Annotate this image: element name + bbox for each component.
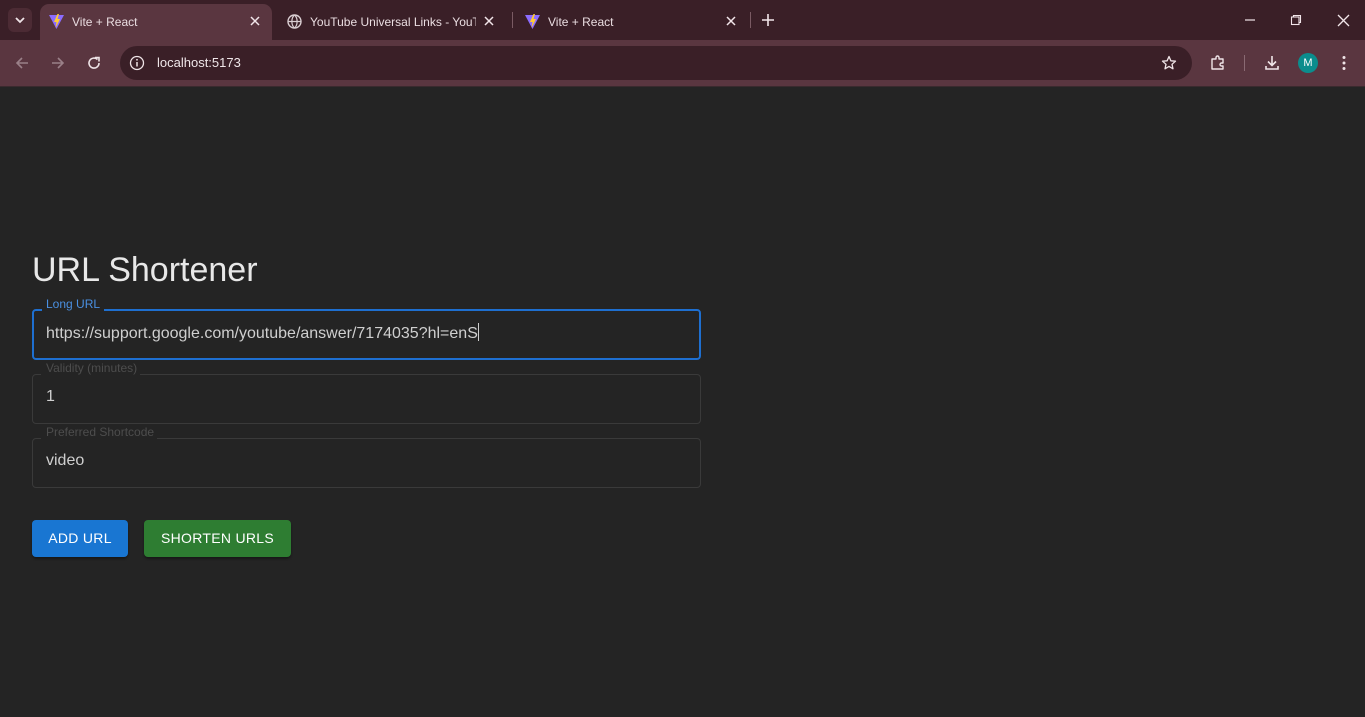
tab-title: YouTube Universal Links - YouTube bbox=[310, 15, 476, 29]
tab-vite-react-2[interactable]: Vite + React bbox=[516, 4, 748, 40]
tab-search-button[interactable] bbox=[8, 8, 32, 32]
close-icon[interactable] bbox=[246, 12, 264, 30]
extensions-button[interactable] bbox=[1206, 51, 1230, 75]
download-icon bbox=[1265, 56, 1279, 70]
validity-label: Validity (minutes) bbox=[46, 361, 138, 375]
restore-icon bbox=[1290, 14, 1302, 26]
menu-button[interactable] bbox=[1332, 51, 1356, 75]
arrow-left-icon bbox=[15, 57, 28, 69]
site-info-icon[interactable] bbox=[128, 54, 146, 72]
minimize-icon bbox=[1245, 19, 1255, 21]
reload-icon bbox=[88, 56, 100, 69]
text-caret bbox=[477, 323, 479, 341]
back-button[interactable] bbox=[10, 51, 34, 75]
globe-icon bbox=[287, 14, 302, 29]
plus-icon bbox=[762, 14, 774, 26]
address-bar[interactable]: localhost:5173 bbox=[120, 46, 1192, 80]
bookmark-star-icon[interactable] bbox=[1160, 54, 1178, 72]
long-url-input[interactable]: https://support.google.com/youtube/answe… bbox=[46, 323, 479, 343]
vite-icon bbox=[49, 14, 64, 29]
long-url-field[interactable]: Long URL Long URL https://support.google… bbox=[32, 297, 701, 360]
field-outline: Validity (minutes) bbox=[32, 368, 701, 424]
profile-avatar[interactable]: M bbox=[1298, 53, 1318, 73]
forward-button[interactable] bbox=[46, 51, 70, 75]
kebab-menu-icon bbox=[1342, 56, 1346, 70]
address-text: localhost:5173 bbox=[157, 55, 241, 70]
tab-title: Vite + React bbox=[72, 15, 138, 29]
shortcode-label: Preferred Shortcode bbox=[46, 425, 155, 439]
tab-youtube-links[interactable]: YouTube Universal Links - YouTube bbox=[278, 4, 506, 40]
downloads-button[interactable] bbox=[1260, 51, 1284, 75]
puzzle-icon bbox=[1211, 55, 1224, 70]
tab-title: Vite + React bbox=[548, 15, 614, 29]
minimize-button[interactable] bbox=[1236, 6, 1264, 34]
long-url-value: https://support.google.com/youtube/answe… bbox=[46, 325, 478, 342]
page-title: URL Shortener bbox=[32, 251, 258, 289]
tab-separator bbox=[512, 12, 513, 28]
vite-icon bbox=[525, 14, 540, 29]
arrow-right-icon bbox=[52, 57, 65, 69]
tab-separator bbox=[750, 12, 751, 28]
restore-button[interactable] bbox=[1282, 6, 1310, 34]
close-icon bbox=[1337, 14, 1349, 26]
toolbar-separator bbox=[1244, 55, 1245, 71]
chevron-down-icon bbox=[15, 17, 25, 24]
chrome-divider bbox=[0, 86, 1365, 87]
validity-field[interactable]: Validity (minutes) Validity (minutes) 1 bbox=[32, 361, 701, 424]
long-url-label: Long URL bbox=[46, 297, 101, 311]
tab-vite-react-1[interactable]: Vite + React bbox=[40, 4, 272, 40]
new-tab-button[interactable] bbox=[756, 8, 780, 32]
tab-strip: Vite + React YouTube Universal Links - Y… bbox=[0, 0, 1365, 40]
close-icon[interactable] bbox=[480, 12, 498, 30]
shortcode-input[interactable]: video bbox=[46, 451, 84, 470]
validity-input[interactable]: 1 bbox=[46, 387, 55, 406]
reload-button[interactable] bbox=[82, 51, 106, 75]
shorten-urls-button[interactable]: SHORTEN URLS bbox=[144, 520, 291, 557]
field-outline: Preferred Shortcode bbox=[32, 432, 701, 488]
close-window-button[interactable] bbox=[1329, 6, 1357, 34]
shortcode-field[interactable]: Preferred Shortcode Preferred Shortcode … bbox=[32, 425, 701, 488]
add-url-button[interactable]: ADD URL bbox=[32, 520, 128, 557]
close-icon[interactable] bbox=[722, 12, 740, 30]
browser-toolbar: localhost:5173 bbox=[0, 40, 1365, 86]
